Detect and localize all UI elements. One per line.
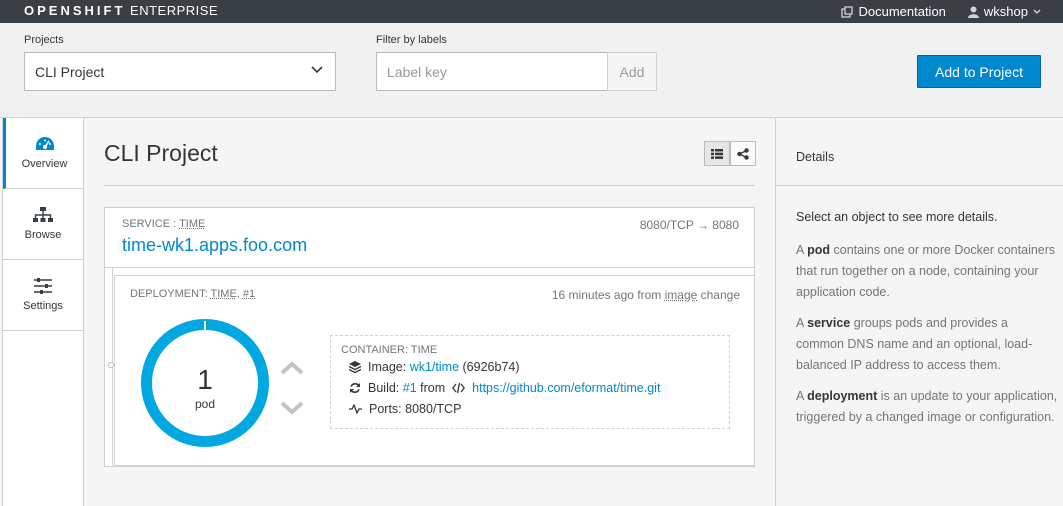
scale-up-icon[interactable] xyxy=(280,360,304,376)
build-label: Build: xyxy=(368,381,400,395)
details-title: Details xyxy=(796,150,835,164)
pod-count: 1 xyxy=(197,364,213,395)
title-divider xyxy=(104,185,755,186)
ports-value: 8080/TCP xyxy=(405,402,462,416)
container-title: CONTAINER: TIME xyxy=(341,344,438,356)
view-toggle xyxy=(704,141,756,166)
deployment-type-label: DEPLOYMENT: TIME, #1 xyxy=(130,288,255,300)
service-header: SERVICE : TIME time-wk1.apps.foo.com 808… xyxy=(105,208,754,268)
dashboard-icon xyxy=(35,137,54,150)
build-repo-link[interactable]: https://github.com/eformat/time.git xyxy=(472,381,660,395)
scale-down-icon[interactable] xyxy=(280,400,304,416)
user-menu[interactable]: wkshop xyxy=(967,4,1041,19)
topology-view-button[interactable] xyxy=(730,141,756,166)
details-deployment-help: A deployment is an update to your applic… xyxy=(796,389,1058,424)
page-title: CLI Project xyxy=(104,140,218,166)
list-view-button[interactable] xyxy=(704,141,730,166)
left-nav: Overview Browse Settings xyxy=(3,118,84,506)
service-type-label: SERVICE : TIME xyxy=(122,218,205,230)
documentation-link[interactable]: Documentation xyxy=(841,4,946,19)
nav-label-overview: Overview xyxy=(21,158,68,170)
nav-item-settings[interactable]: Settings xyxy=(3,260,83,331)
documentation-label: Documentation xyxy=(858,4,946,19)
container-build-row: Build: #1 from https://github.com/eforma… xyxy=(349,381,660,395)
layers-icon xyxy=(349,361,361,373)
overview-main: CLI Project SERVICE : TIME time-wk1.apps… xyxy=(84,118,775,506)
add-to-project-button[interactable]: Add to Project xyxy=(917,55,1041,88)
nav-label-browse: Browse xyxy=(24,229,62,241)
service-name[interactable]: TIME xyxy=(179,218,205,230)
brand-logo[interactable]: OPENSHIFT ENTERPRISE xyxy=(24,3,218,18)
deployment-time-prefix: 16 minutes ago from xyxy=(551,288,665,302)
external-link-icon xyxy=(841,5,854,18)
container-ports-row: Ports: 8080/TCP xyxy=(349,402,461,416)
code-icon xyxy=(452,383,466,393)
chevron-down-icon xyxy=(1033,9,1041,14)
project-toolbar: Projects CLI Project Filter by labels Ad… xyxy=(0,23,1063,118)
pulse-icon xyxy=(349,404,362,414)
service-connector xyxy=(105,268,114,466)
pod-count-label: pod xyxy=(194,397,216,411)
deployment-type-prefix: DEPLOYMENT: xyxy=(130,288,211,300)
build-from: from xyxy=(420,381,446,395)
refresh-icon xyxy=(350,383,360,393)
image-label: Image: xyxy=(368,360,407,374)
user-name: wkshop xyxy=(983,4,1028,19)
top-nav: Documentation wkshop xyxy=(841,4,1041,19)
nav-item-browse[interactable]: Browse xyxy=(3,189,83,260)
sitemap-icon xyxy=(33,207,53,222)
deployment-card: DEPLOYMENT: TIME, #1 16 minutes ago from… xyxy=(114,275,755,466)
deployment-trigger: image xyxy=(664,288,698,302)
build-link[interactable]: #1 xyxy=(403,381,417,395)
details-service-help: A service groups pods and provides a com… xyxy=(796,316,1033,372)
deployment-timestamp: 16 minutes ago from image change xyxy=(552,288,740,302)
sliders-icon xyxy=(34,278,52,294)
nav-item-overview[interactable]: Overview xyxy=(3,118,83,189)
brand-name: OPENSHIFT xyxy=(24,3,126,18)
user-icon xyxy=(967,6,979,18)
projects-label: Projects xyxy=(24,34,64,46)
list-icon xyxy=(711,148,723,159)
service-route-link[interactable]: time-wk1.apps.foo.com xyxy=(122,235,307,256)
deployment-revision-link[interactable]: #1 xyxy=(243,288,255,300)
image-link[interactable]: wk1/time xyxy=(410,360,459,374)
project-select-value: CLI Project xyxy=(35,64,105,80)
project-select[interactable]: CLI Project xyxy=(24,52,336,91)
service-type-prefix: SERVICE : xyxy=(122,218,180,230)
container-details: CONTAINER: TIME Image: wk1/time (6926b74… xyxy=(330,335,730,429)
deployment-time-suffix: change xyxy=(697,288,740,302)
details-divider xyxy=(776,185,1063,186)
share-icon xyxy=(737,147,749,160)
details-pod-help: A pod contains one or more Docker contai… xyxy=(796,243,1056,299)
service-port-mapping: 8080/TCP → 8080 xyxy=(639,218,739,232)
masthead: OPENSHIFT ENTERPRISE Documentation wksho… xyxy=(0,0,1063,23)
filter-label: Filter by labels xyxy=(376,34,447,46)
details-lead: Select an object to see more details. xyxy=(796,210,998,224)
service-card: SERVICE : TIME time-wk1.apps.foo.com 808… xyxy=(104,207,755,467)
image-id: (6926b74) xyxy=(462,360,520,374)
chevron-down-icon xyxy=(311,66,323,74)
nav-label-settings: Settings xyxy=(23,300,63,312)
ports-label: Ports: xyxy=(369,402,402,416)
label-key-input[interactable] xyxy=(376,52,608,91)
container-image-row: Image: wk1/time (6926b74) xyxy=(349,360,520,374)
details-panel: Details Select an object to see more det… xyxy=(775,118,1063,506)
deployment-name[interactable]: TIME xyxy=(211,288,237,300)
brand-edition: ENTERPRISE xyxy=(130,3,219,18)
add-label-button[interactable]: Add xyxy=(607,52,657,91)
